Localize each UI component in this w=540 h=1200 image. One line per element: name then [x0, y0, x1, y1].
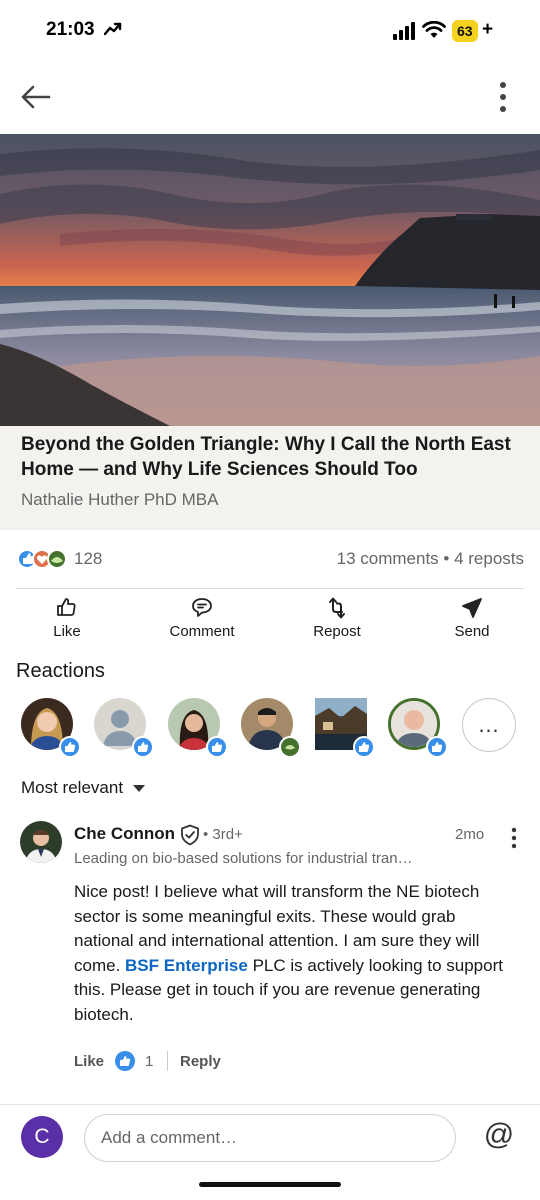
- sort-selected-label: Most relevant: [21, 778, 124, 797]
- commenter-headline: Leading on bio-based solutions for indus…: [74, 850, 414, 867]
- like-reaction-icon: [206, 736, 228, 758]
- thumbs-up-icon: [57, 598, 76, 616]
- reactor-avatar[interactable]: [21, 698, 81, 758]
- user-avatar[interactable]: C: [21, 1116, 63, 1158]
- reactor-avatar[interactable]: [388, 698, 448, 758]
- support-reaction-icon: [279, 736, 301, 758]
- reactor-avatar[interactable]: [241, 698, 301, 758]
- sunset-beach-image: [0, 134, 540, 426]
- mention-link[interactable]: BSF Enterprise: [125, 956, 248, 975]
- arrow-left-icon: [21, 85, 51, 109]
- reactor-avatar[interactable]: [168, 698, 228, 758]
- battery-icon: 63: [452, 20, 478, 42]
- article-title[interactable]: Beyond the Golden Triangle: Why I Call t…: [21, 432, 521, 482]
- charging-indicator: +: [482, 19, 494, 40]
- connection-degree: • 3rd+: [203, 826, 243, 843]
- like-reaction-icon: [353, 736, 375, 758]
- comment-like-button[interactable]: Like: [74, 1053, 104, 1070]
- back-button[interactable]: [18, 80, 54, 114]
- commenter-name[interactable]: Che Connon: [74, 824, 175, 844]
- reactor-avatar[interactable]: [315, 698, 375, 758]
- comments-reposts-count[interactable]: 13 comments • 4 reposts: [337, 549, 524, 569]
- repost-button[interactable]: Repost: [282, 596, 392, 644]
- like-reaction-icon: [59, 736, 81, 758]
- more-reactors-button[interactable]: …: [462, 698, 516, 752]
- reactions-heading: Reactions: [16, 660, 105, 682]
- status-bar: 21:03 63 +: [0, 0, 540, 60]
- mention-button[interactable]: @: [482, 1118, 516, 1158]
- reaction-count[interactable]: 128: [74, 549, 102, 569]
- like-reaction-icon: [115, 1051, 135, 1071]
- article-author[interactable]: Nathalie Huther PhD MBA: [21, 490, 218, 510]
- commenter-avatar[interactable]: [20, 821, 62, 863]
- reactor-avatar[interactable]: [94, 698, 154, 758]
- comment-input[interactable]: [84, 1114, 456, 1162]
- comment-button[interactable]: Comment: [147, 596, 257, 644]
- comment-text: Nice post! I believe what will transform…: [74, 880, 514, 1027]
- caret-down-icon: [133, 785, 146, 793]
- send-icon: [462, 598, 482, 618]
- send-button[interactable]: Send: [417, 596, 527, 644]
- more-options-button[interactable]: [490, 80, 516, 114]
- divider: [16, 588, 524, 589]
- repost-label: Repost: [313, 623, 361, 640]
- repost-icon: [329, 597, 345, 619]
- like-label: Like: [53, 623, 81, 640]
- signal-icon: [393, 22, 415, 40]
- comment-label: Comment: [169, 623, 235, 640]
- status-time: 21:03: [46, 19, 95, 40]
- comment-timestamp: 2mo: [455, 826, 485, 843]
- comment-like-count[interactable]: 1: [145, 1053, 153, 1070]
- like-button[interactable]: Like: [12, 596, 122, 644]
- horizontal-dots-icon: …: [477, 712, 501, 737]
- reaction-icons[interactable]: [17, 547, 73, 571]
- article-cover-image[interactable]: [0, 134, 540, 426]
- vertical-dots-icon: [500, 82, 506, 112]
- wifi-icon: [422, 21, 446, 38]
- comment-more-button[interactable]: [507, 827, 521, 849]
- verified-shield-icon: [181, 824, 199, 846]
- send-label: Send: [454, 623, 490, 640]
- home-indicator[interactable]: [199, 1182, 341, 1187]
- divider: [167, 1051, 168, 1071]
- sort-comments-dropdown[interactable]: Most relevant: [21, 778, 146, 798]
- comment-reply-button[interactable]: Reply: [180, 1053, 221, 1070]
- like-reaction-icon: [132, 736, 154, 758]
- comment-icon: [192, 598, 212, 617]
- vertical-dots-icon: [511, 827, 517, 849]
- like-reaction-icon: [426, 736, 448, 758]
- trending-icon: [104, 22, 122, 36]
